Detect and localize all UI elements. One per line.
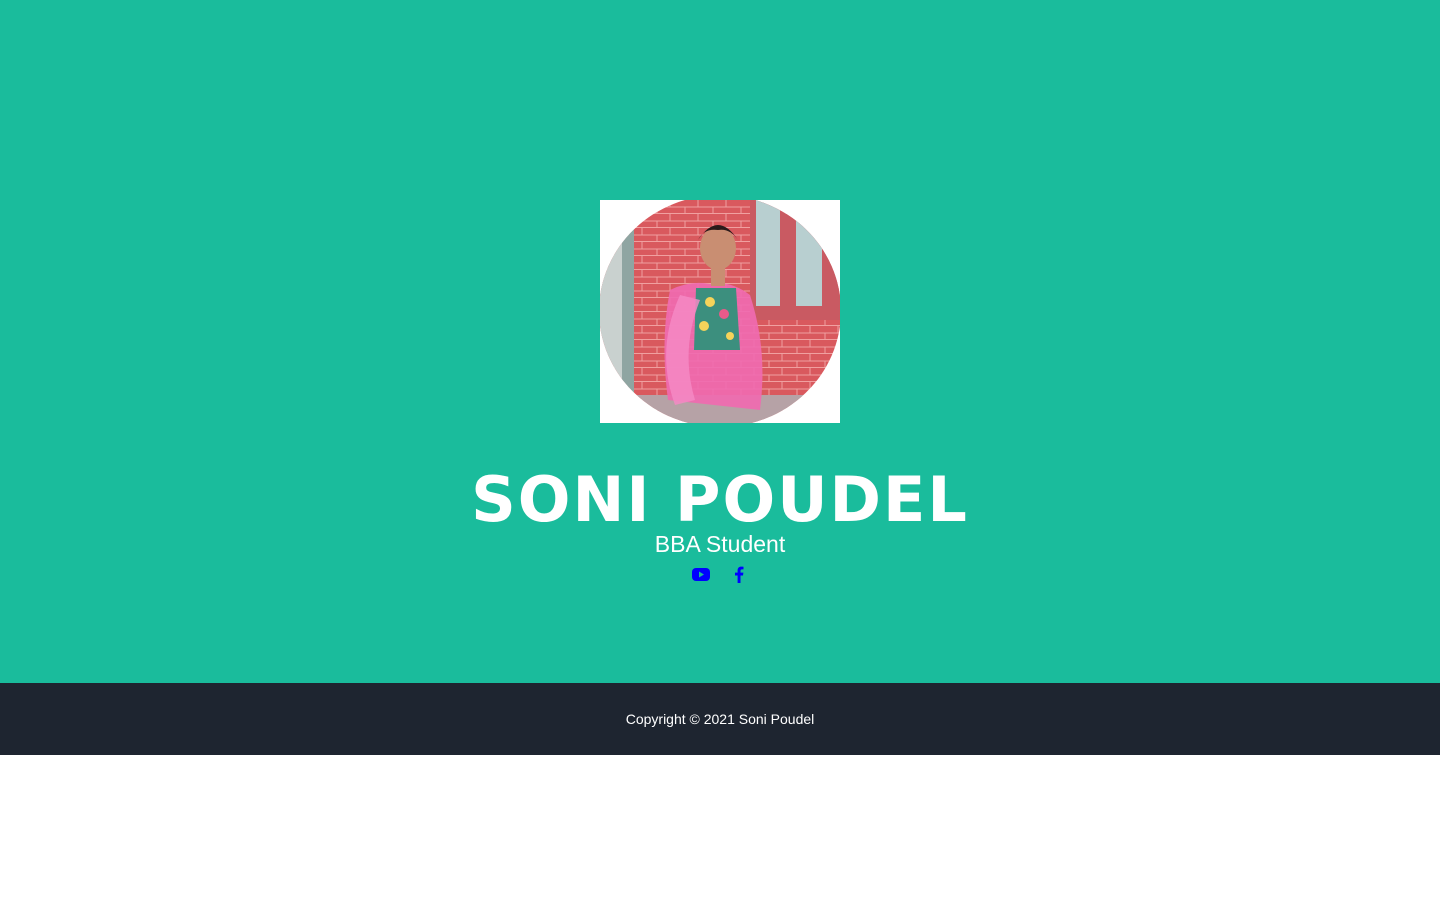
youtube-link[interactable] <box>692 564 710 584</box>
profile-name: SONI POUDEL <box>471 463 969 536</box>
social-links <box>0 564 1440 584</box>
copyright-text: Copyright © 2021 Soni Poudel <box>625 711 815 727</box>
facebook-link[interactable] <box>730 564 748 584</box>
profile-role: BBA Student <box>654 531 786 557</box>
footer: Copyright © 2021 Soni Poudel <box>0 683 1440 755</box>
profile-photo-image <box>600 200 840 423</box>
hero-section: SONI POUDEL BBA Student <box>0 0 1440 683</box>
facebook-icon <box>735 566 744 583</box>
profile-photo <box>600 200 840 423</box>
youtube-icon <box>692 567 710 581</box>
